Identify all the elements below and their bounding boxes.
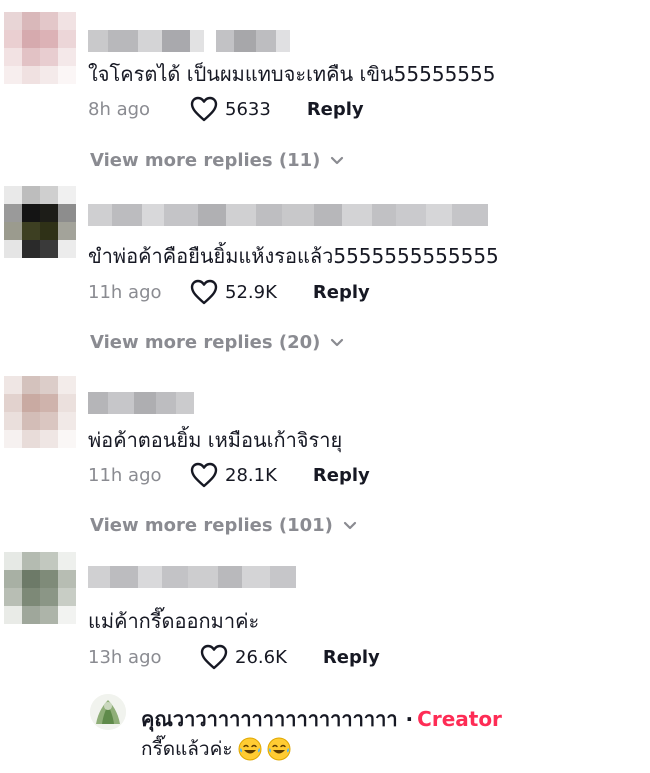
comment-text: แม่ค้ากรี๊ดออกมาค่ะ	[88, 609, 260, 633]
username-redacted[interactable]	[88, 566, 296, 588]
comment-time: 8h ago	[88, 98, 151, 120]
reply-button[interactable]: Reply	[313, 282, 370, 303]
like-button[interactable]: 5633	[190, 96, 271, 122]
view-more-label: View more replies (20)	[90, 332, 321, 353]
heart-outline-icon	[190, 96, 218, 122]
view-more-replies[interactable]: View more replies (101)	[90, 515, 357, 536]
comment-text: ใจโครตได้ เป็นผมแทบจะเทคืน เขิน55555555	[88, 62, 496, 86]
view-more-label: View more replies (11)	[90, 150, 321, 171]
avatar-pixelated[interactable]	[4, 186, 76, 258]
like-button[interactable]: 26.6K	[200, 644, 287, 670]
like-button[interactable]: 28.1K	[190, 462, 277, 488]
separator-dot: ·	[405, 707, 414, 731]
like-count: 26.6K	[235, 646, 287, 668]
username-redacted[interactable]	[88, 204, 488, 226]
creator-name-line: คุณวาวาาาาาาาาาาาาาาาาา · Creator	[141, 703, 502, 735]
like-count: 28.1K	[225, 464, 277, 486]
creator-reply-text: กรี๊ดแล้วค่ะ	[141, 738, 233, 760]
comment-time: 11h ago	[88, 464, 162, 486]
view-more-replies[interactable]: View more replies (20)	[90, 332, 344, 353]
chevron-down-icon	[343, 521, 356, 529]
creator-avatar-image	[90, 694, 126, 730]
comment-thread: ใจโครตได้ เป็นผมแทบจะเทคืน เขิน55555555 …	[0, 0, 650, 773]
view-more-replies[interactable]: View more replies (11)	[90, 150, 344, 171]
creator-badge: Creator	[417, 707, 502, 731]
username-redacted[interactable]	[88, 392, 194, 414]
laughing-tears-emoji-icon	[238, 737, 262, 761]
creator-username[interactable]: คุณวาวาาาาาาาาาาาาาาาาา	[141, 707, 398, 731]
comment-meta: 11h ago 52.9K Reply	[88, 277, 370, 307]
comment-text: พ่อค้าตอนยิ้ม เหมือนเก้าจิรายุ	[88, 428, 343, 452]
heart-outline-icon	[200, 644, 228, 670]
chevron-down-icon	[331, 156, 344, 164]
comment-meta: 11h ago 28.1K Reply	[88, 460, 370, 490]
reply-button[interactable]: Reply	[307, 99, 364, 120]
comment-meta: 8h ago 5633 Reply	[88, 94, 364, 124]
like-count: 5633	[225, 98, 271, 120]
heart-outline-icon	[190, 462, 218, 488]
heart-outline-icon	[190, 279, 218, 305]
avatar-pixelated[interactable]	[4, 552, 76, 624]
reply-button[interactable]: Reply	[323, 647, 380, 668]
comment-time: 11h ago	[88, 281, 162, 303]
chevron-down-icon	[331, 338, 344, 346]
comment-time: 13h ago	[88, 646, 162, 668]
like-count: 52.9K	[225, 281, 277, 303]
username-redacted[interactable]	[88, 30, 290, 52]
comment-meta: 13h ago 26.6K Reply	[88, 642, 380, 672]
avatar-pixelated[interactable]	[4, 12, 76, 84]
creator-avatar[interactable]	[90, 694, 126, 730]
comment-text: ขำพ่อค้าคือยืนยิ้มแห้งรอแล้ว555555555555…	[88, 244, 499, 268]
avatar-pixelated[interactable]	[4, 376, 76, 448]
like-button[interactable]: 52.9K	[190, 279, 277, 305]
reply-button[interactable]: Reply	[313, 465, 370, 486]
laughing-tears-emoji-icon	[267, 737, 291, 761]
view-more-label: View more replies (101)	[90, 515, 333, 536]
creator-reply-text-line: กรี๊ดแล้วค่ะ	[141, 734, 291, 764]
